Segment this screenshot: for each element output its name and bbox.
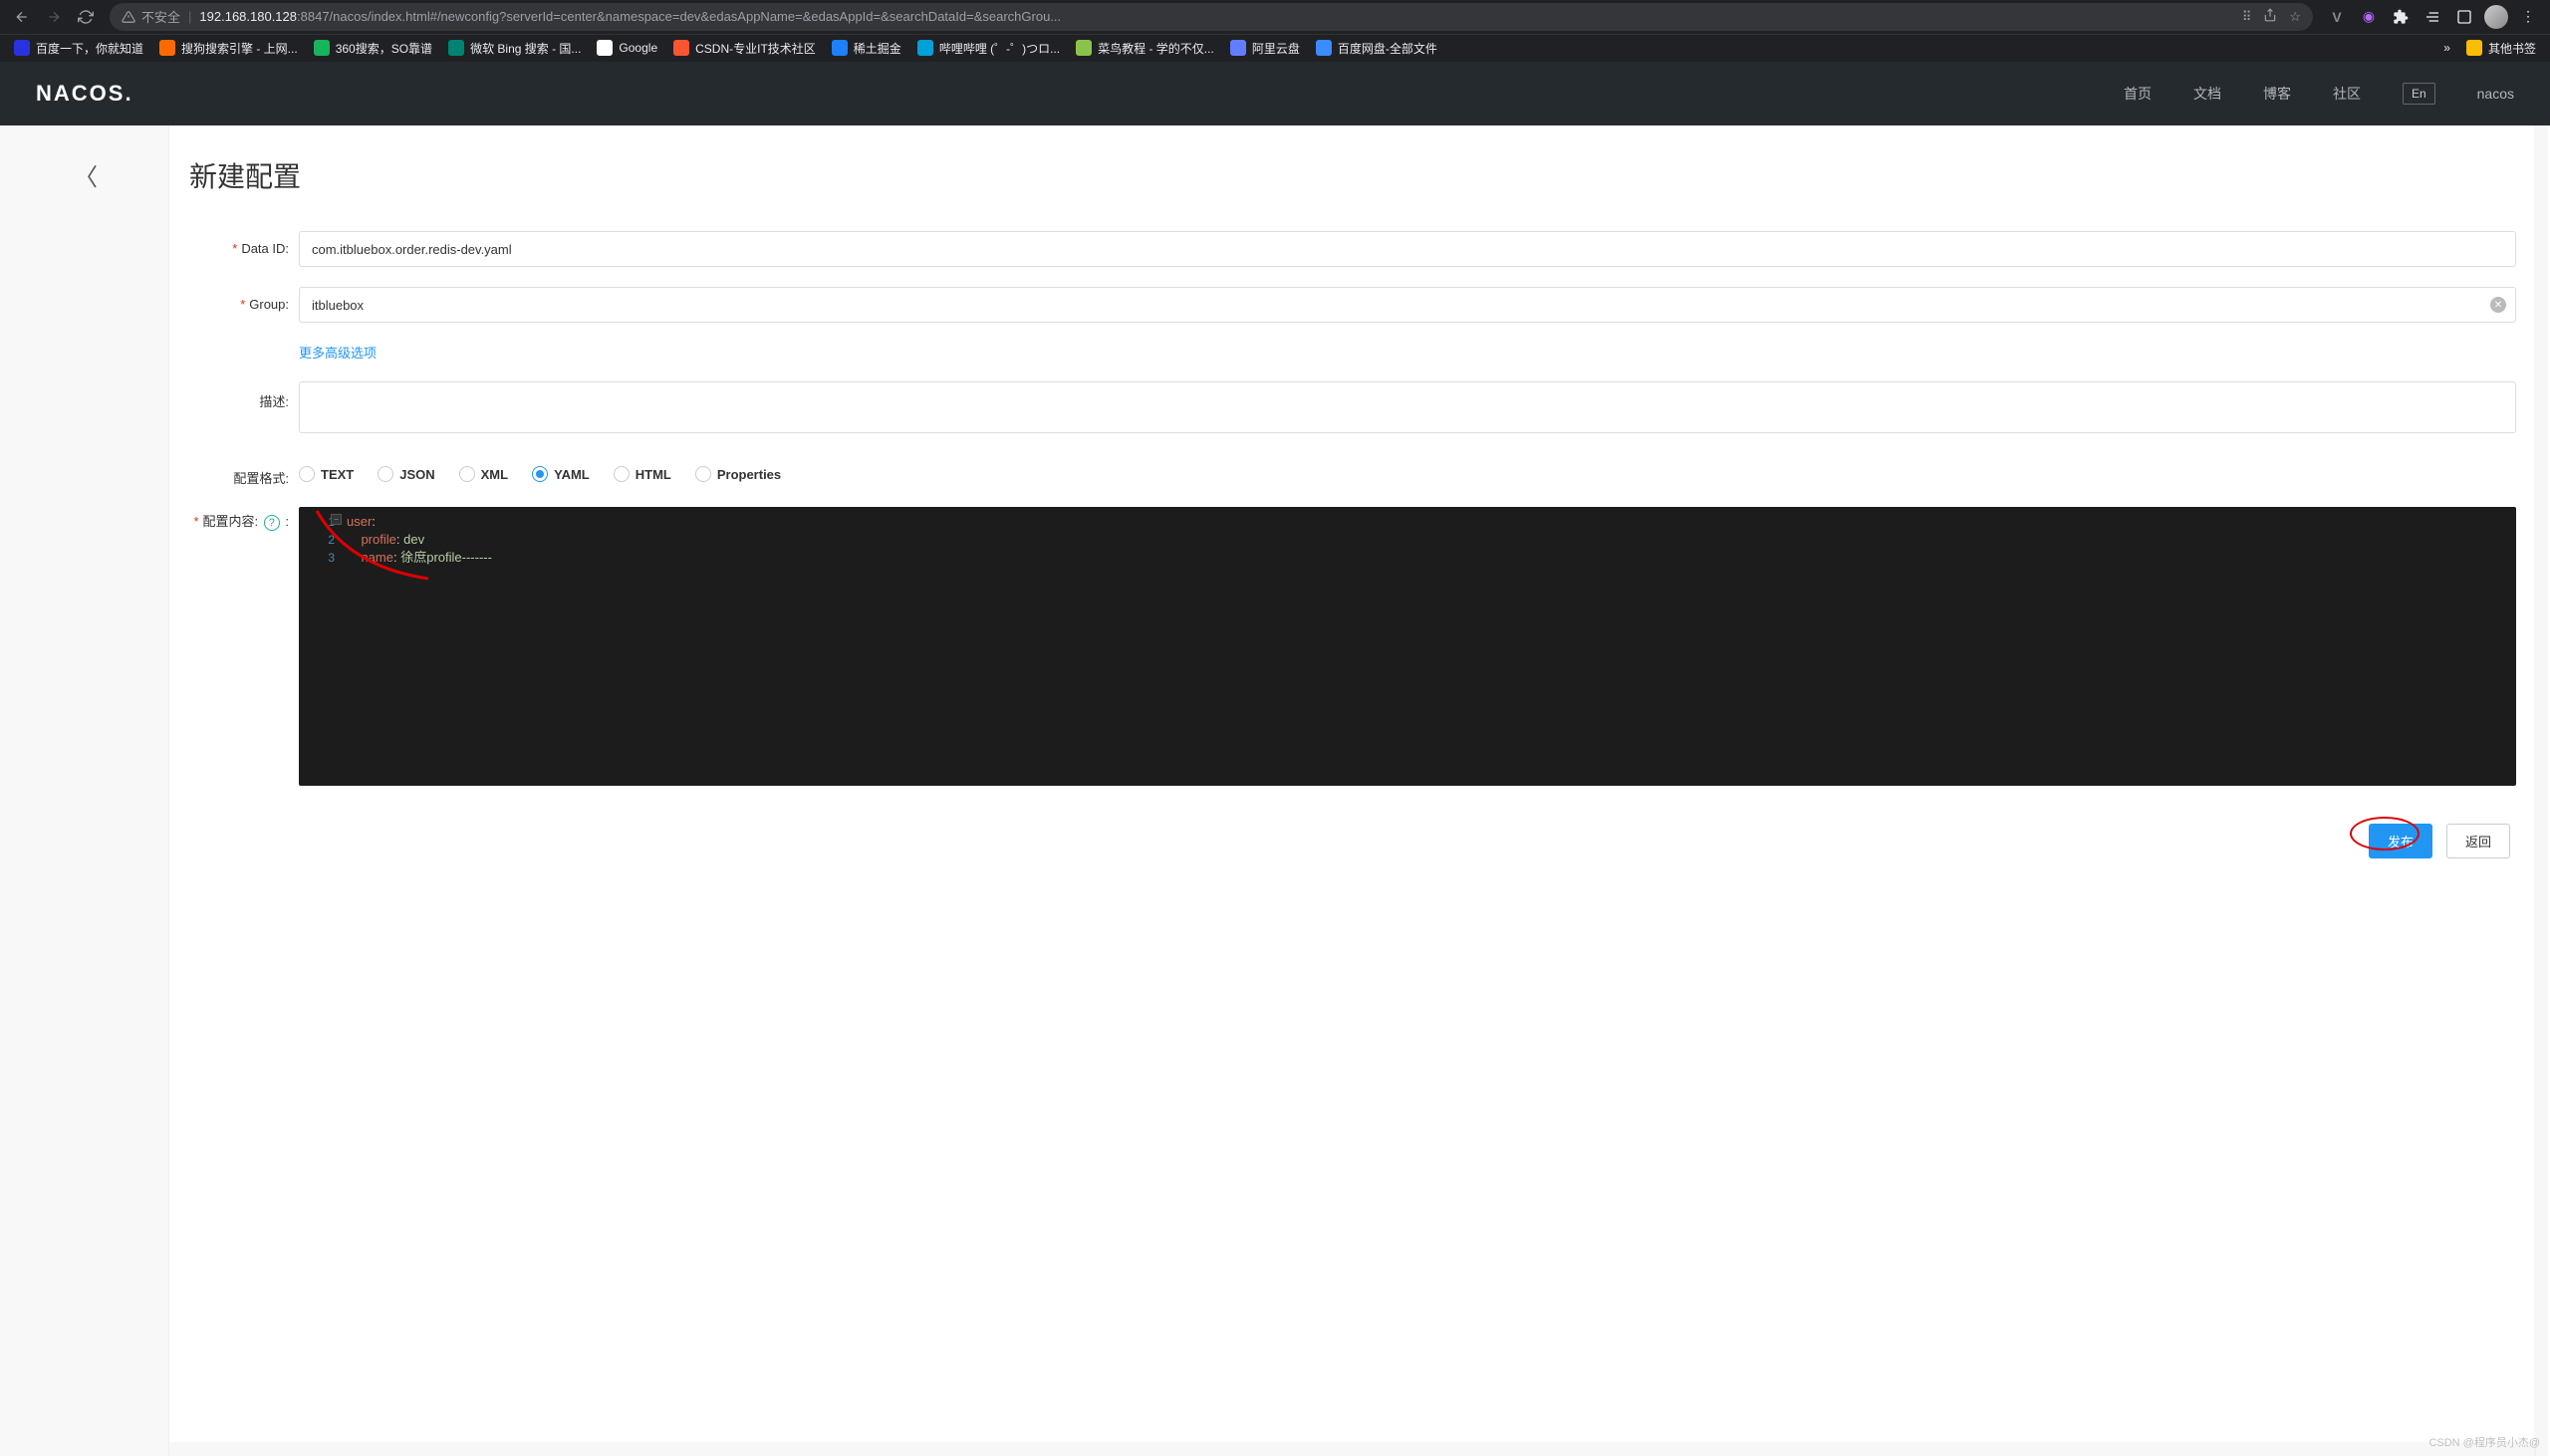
bookmark-item[interactable]: 搜狗搜索引擎 - 上网... [153,36,304,61]
nav-item[interactable]: 博客 [2263,84,2291,104]
editor-body[interactable]: user: profile: dev name: 徐庶profile------… [343,507,2516,786]
bookmark-item[interactable]: 百度网盘-全部文件 [1310,36,1443,61]
lang-button[interactable]: En [2403,83,2435,105]
nav-item[interactable]: 首页 [2124,84,2152,104]
label-desc: 描述: [189,381,289,410]
nav-item[interactable]: 社区 [2333,84,2361,104]
bookmark-item[interactable]: 菜鸟教程 - 学的不仅... [1070,36,1220,61]
side-panel: 〈 [0,125,169,1456]
menu-icon[interactable]: ⋮ [2514,3,2542,31]
extensions-icon[interactable] [2387,3,2415,31]
bookmark-item[interactable]: 稀土掘金 [826,36,907,61]
row-group: *Group: ✕ [189,287,2550,323]
url-bar[interactable]: 不安全 | 192.168.180.128:8847/nacos/index.h… [110,3,2313,31]
content-area: 新建配置 *Data ID: *Group: ✕ 更多高级选项 描述: 配置格式… [169,125,2550,1456]
row-data-id: *Data ID: [189,231,2550,267]
code-editor[interactable]: − 123 user: profile: dev name: 徐庶profile… [299,507,2516,786]
insecure-badge: 不安全 [122,7,180,26]
forward-icon[interactable] [40,3,68,31]
user-menu[interactable]: nacos [2477,86,2514,102]
back-button[interactable]: 返回 [2446,824,2510,858]
reading-list-icon[interactable] [2419,3,2446,31]
nacos-nav: 首页 文档 博客 社区 En nacos [2124,83,2514,105]
format-radio-group: TEXT JSON XML YAML HTML Properties [299,458,2516,482]
other-bookmarks[interactable]: 其他书签 [2460,36,2542,61]
editor-gutter: − 123 [299,507,343,786]
url-host: 192.168.180.128 [199,9,297,24]
bookmark-item[interactable]: 阿里云盘 [1224,36,1306,61]
translate-icon[interactable]: ⠿ [2242,9,2252,25]
browser-chrome: 不安全 | 192.168.180.128:8847/nacos/index.h… [0,0,2550,62]
share-icon[interactable] [2263,8,2277,25]
bookmark-item[interactable]: Google [591,36,663,60]
bookmark-item[interactable]: CSDN-专业IT技术社区 [667,36,822,61]
panel-icon[interactable] [2450,3,2478,31]
star-icon[interactable]: ☆ [2289,9,2301,25]
radio-html[interactable]: HTML [614,466,671,482]
browser-nav-bar: 不安全 | 192.168.180.128:8847/nacos/index.h… [0,0,2550,34]
app-body: 〈 新建配置 *Data ID: *Group: ✕ 更多高级选项 描述: 配置… [0,125,2550,1456]
profile-avatar[interactable] [2482,3,2510,31]
help-icon[interactable]: ? [264,515,280,531]
extension-icon-1[interactable]: ◉ [2355,3,2383,31]
input-desc[interactable] [299,381,2516,433]
input-data-id[interactable] [299,231,2516,267]
row-desc: 描述: [189,381,2550,438]
nacos-header: NACOS. 首页 文档 博客 社区 En nacos [0,62,2550,125]
bookmarks-more[interactable]: » [2443,41,2450,55]
input-group[interactable] [299,287,2516,323]
bookmark-item[interactable]: 微软 Bing 搜索 - 国... [442,36,587,61]
url-path: :8847/nacos/index.html#/newconfig?server… [297,9,1061,24]
watermark: CSDN @程序员小杰@ [2428,1434,2540,1450]
label-data-id: *Data ID: [189,231,289,256]
collapse-chevron-icon[interactable]: 〈 [74,157,98,192]
fold-icon[interactable]: − [331,514,342,525]
bookmark-item[interactable]: 百度一下，你就知道 [8,36,149,61]
label-format: 配置格式: [189,458,289,487]
label-content: *配置内容: ? : [189,507,289,531]
reload-icon[interactable] [72,3,100,31]
bookmark-item[interactable]: 哔哩哔哩 (゜-゜)つロ... [911,36,1066,61]
v-icon[interactable]: V [2323,3,2351,31]
scrollbar-vertical[interactable] [2534,125,2548,1456]
label-group: *Group: [189,287,289,312]
page-title: 新建配置 [189,155,2550,195]
nav-item[interactable]: 文档 [2193,84,2221,104]
footer-buttons: 发布 返回 [189,806,2550,876]
back-icon[interactable] [8,3,36,31]
radio-json[interactable]: JSON [378,466,434,482]
bookmarks-bar: 百度一下，你就知道搜狗搜索引擎 - 上网...360搜索，SO靠谱微软 Bing… [0,34,2550,62]
clear-icon[interactable]: ✕ [2490,297,2506,313]
publish-button[interactable]: 发布 [2369,824,2432,858]
advanced-options-link[interactable]: 更多高级选项 [299,343,377,362]
radio-properties[interactable]: Properties [695,466,781,482]
scrollbar-horizontal[interactable] [169,1442,2536,1456]
bookmark-item[interactable]: 360搜索，SO靠谱 [308,36,438,61]
row-format: 配置格式: TEXT JSON XML YAML HTML Properties [189,458,2550,487]
radio-xml[interactable]: XML [459,466,508,482]
row-content: *配置内容: ? : − 123 user: profile: dev name… [189,507,2550,786]
radio-yaml[interactable]: YAML [532,466,590,482]
radio-text[interactable]: TEXT [299,466,354,482]
nacos-logo[interactable]: NACOS. [36,81,133,107]
